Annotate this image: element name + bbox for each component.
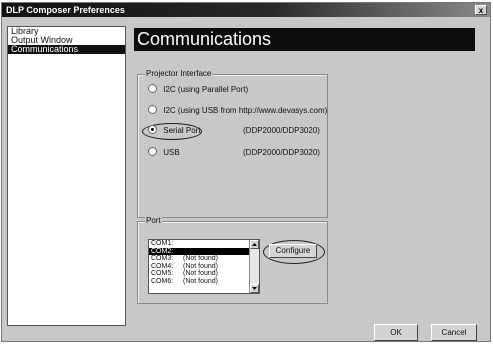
serial-port-note: (DDP2000/DDP3020) xyxy=(243,126,320,135)
list-item[interactable]: COM5: (Not found) xyxy=(149,270,259,278)
radio-i2c-usb[interactable] xyxy=(148,105,157,115)
ok-button[interactable]: OK xyxy=(374,324,418,341)
port-group: Port COM1: COM2: COM3: (Not found) COM4: (… xyxy=(137,216,328,304)
port-status: (Not found) xyxy=(183,270,219,277)
port-name: COM5: xyxy=(151,270,174,277)
port-status: (Not found) xyxy=(183,262,219,270)
option-serial-port[interactable]: Serial Port xyxy=(148,125,201,137)
preferences-dialog: DLP Composer Preferences x Library Outpu… xyxy=(1,2,491,342)
option-i2c-usb-label: I2C (using USB from http://www.devasys.c… xyxy=(163,106,328,115)
option-usb-label: USB xyxy=(163,148,180,157)
radio-i2c-parallel[interactable] xyxy=(148,84,157,94)
radio-usb[interactable] xyxy=(148,147,157,157)
projector-interface-group: Projector Interface I2C (using Parallel … xyxy=(137,69,328,218)
option-usb[interactable]: USB xyxy=(148,147,180,159)
port-name: COM4: xyxy=(151,262,174,270)
port-status: (Not found) xyxy=(183,277,219,285)
list-item[interactable]: COM4: (Not found) xyxy=(149,263,259,271)
option-i2c-usb[interactable]: I2C (using USB from http://www.devasys.c… xyxy=(148,105,327,117)
port-label: Port xyxy=(145,216,162,226)
port-listbox[interactable]: COM1: COM2: COM3: (Not found) COM4: (Not f… xyxy=(148,239,260,294)
cancel-button[interactable]: Cancel xyxy=(431,324,477,341)
nav-item-communications[interactable]: Communications xyxy=(8,45,125,54)
list-item[interactable]: COM2: xyxy=(149,247,259,255)
option-i2c-parallel-label: I2C (using Parallel Port) xyxy=(163,85,249,94)
projector-interface-label: Projector Interface xyxy=(145,69,213,79)
port-name: COM2: xyxy=(151,247,174,255)
triangle-up-icon xyxy=(252,243,257,246)
configure-button[interactable]: Configure xyxy=(269,244,317,258)
close-button[interactable]: x xyxy=(475,5,487,15)
list-item[interactable]: COM3: (Not found) xyxy=(149,255,259,263)
list-item[interactable]: COM6: (Not found) xyxy=(149,278,259,286)
window-title: DLP Composer Preferences xyxy=(6,5,125,15)
option-serial-port-label: Serial Port xyxy=(163,126,201,135)
port-name: COM1: xyxy=(151,240,174,247)
triangle-down-icon xyxy=(252,287,257,290)
port-name: COM6: xyxy=(151,277,174,285)
option-i2c-parallel[interactable]: I2C (using Parallel Port) xyxy=(148,84,248,96)
scroll-up-button[interactable] xyxy=(250,240,259,249)
category-list: Library Output Window Communications xyxy=(7,26,126,326)
usb-note: (DDP2000/DDP3020) xyxy=(243,148,320,157)
page-title: Communications xyxy=(134,28,475,51)
port-list-scrollbar[interactable] xyxy=(249,240,259,293)
radio-serial-port[interactable] xyxy=(148,125,157,135)
list-item[interactable]: COM1: xyxy=(149,240,259,248)
port-status: (Not found) xyxy=(183,255,219,262)
port-name: COM3: xyxy=(151,255,174,262)
title-bar: DLP Composer Preferences x xyxy=(2,3,490,17)
scroll-down-button[interactable] xyxy=(250,284,259,293)
